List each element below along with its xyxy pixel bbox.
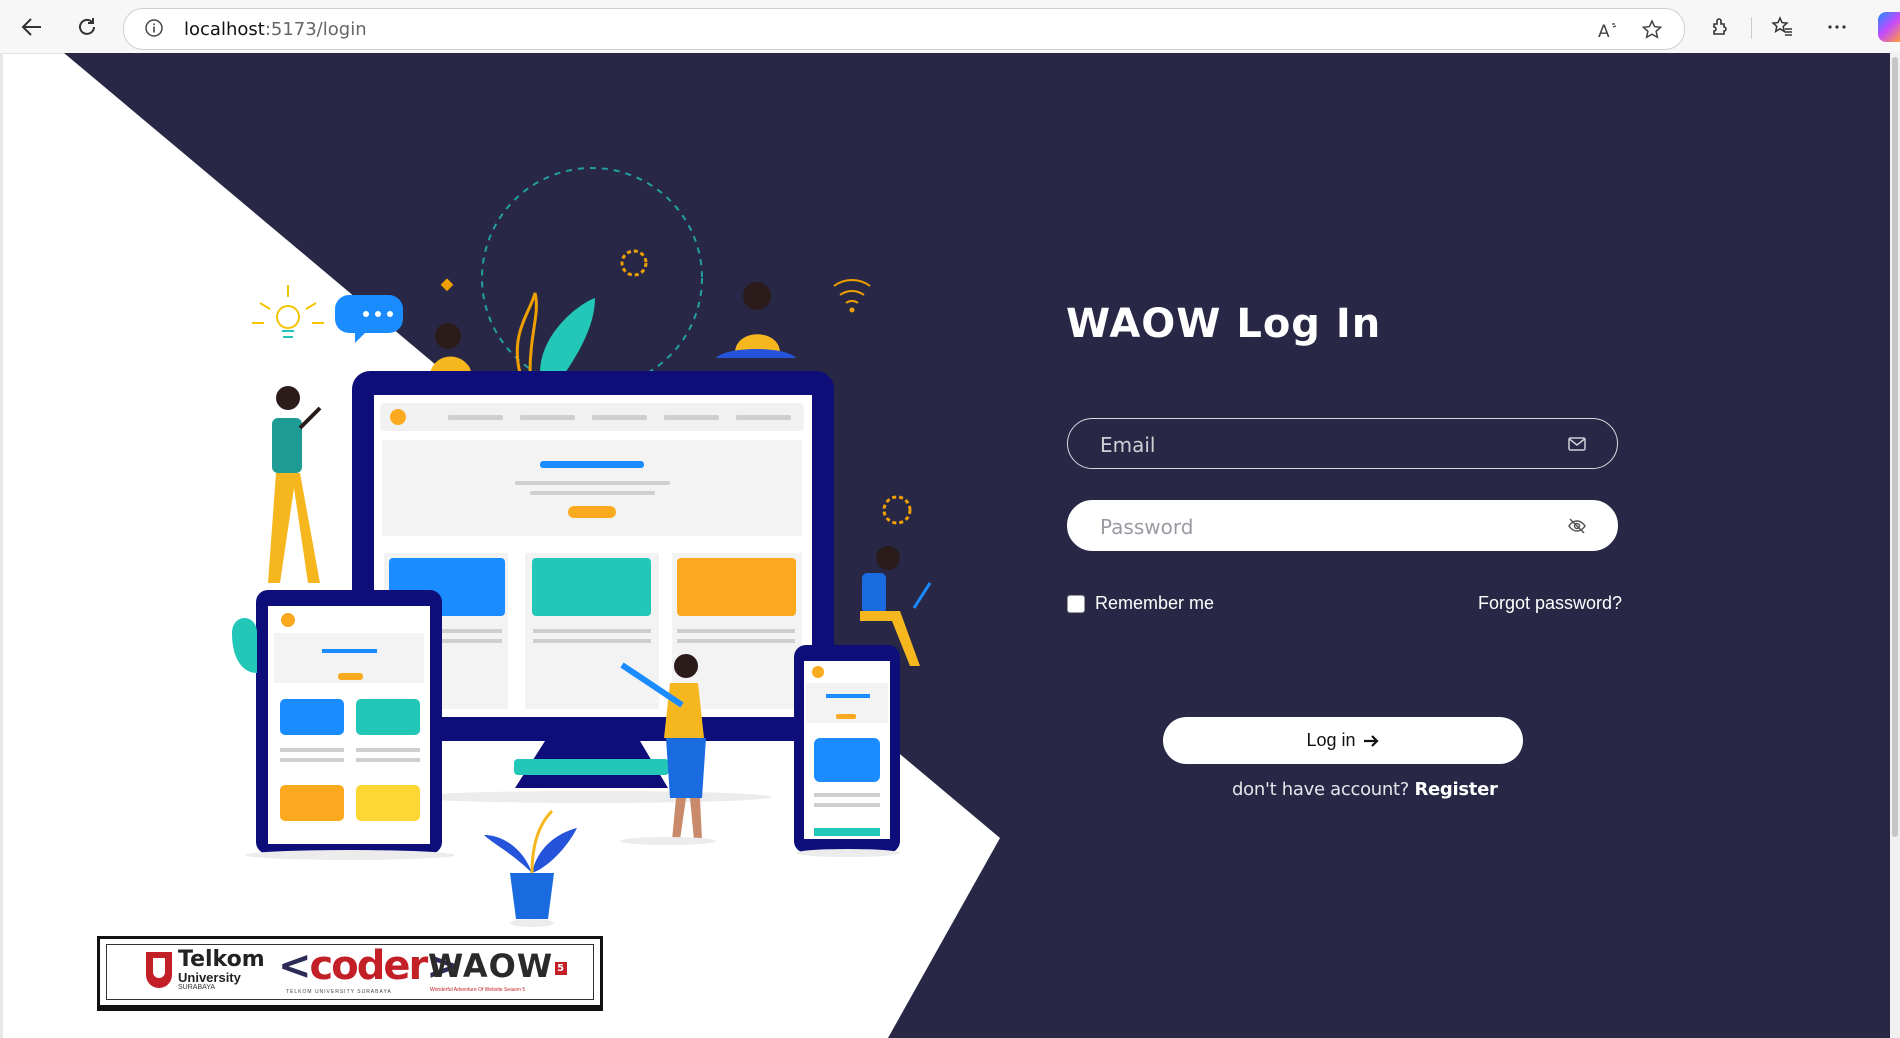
- telkom-mark-icon: [146, 952, 172, 988]
- eye-off-icon[interactable]: [1567, 516, 1587, 536]
- email-field[interactable]: [1067, 418, 1618, 470]
- page-title: WAOW Log In: [1066, 301, 1382, 347]
- login-button[interactable]: Log in: [1163, 717, 1523, 764]
- no-account-text: don't have account?: [1232, 779, 1410, 800]
- password-input[interactable]: [1098, 501, 1542, 552]
- svg-text:A: A: [1598, 22, 1610, 42]
- page-background: [64, 53, 1900, 1038]
- coder-subtitle: TELKOM UNIVERSITY SURABAYA: [286, 989, 392, 995]
- remember-label: Remember me: [1095, 593, 1215, 613]
- remember-me[interactable]: Remember me: [1067, 593, 1214, 614]
- remember-checkbox[interactable]: [1067, 594, 1085, 613]
- toolbar-separator: [1751, 17, 1752, 39]
- read-aloud-icon[interactable]: A: [1596, 18, 1620, 42]
- info-icon[interactable]: [144, 18, 164, 38]
- arrow-right-icon: [1362, 732, 1380, 750]
- password-field[interactable]: [1067, 500, 1618, 552]
- url-text: localhost:5173/login: [184, 19, 367, 40]
- more-icon[interactable]: [1822, 12, 1852, 42]
- waow-subtitle: Wonderful Adventure Of Website Season 5: [430, 987, 526, 993]
- page-scrollbar[interactable]: [1890, 53, 1900, 1038]
- login-button-label: Log in: [1306, 730, 1356, 750]
- email-input[interactable]: [1098, 419, 1542, 470]
- scrollbar-thumb[interactable]: [1892, 57, 1898, 837]
- browser-toolbar: localhost:5173/login A: [0, 0, 1900, 54]
- telkom-city: SURABAYA: [178, 984, 216, 991]
- forgot-password-link[interactable]: Forgot password?: [1478, 593, 1622, 614]
- telkom-university-logo: Telkom University SURABAYA: [146, 949, 265, 991]
- page-left-border: [0, 53, 3, 1038]
- register-link[interactable]: Register: [1414, 779, 1497, 800]
- back-icon[interactable]: [15, 10, 49, 44]
- favorites-icon[interactable]: [1767, 12, 1797, 42]
- extensions-icon[interactable]: [1705, 12, 1735, 42]
- sponsor-logos: Telkom University SURABAYA <coder> TELKO…: [97, 936, 603, 1008]
- copilot-icon[interactable]: [1878, 12, 1900, 42]
- login-page: WAOW Log In Remember me Forgot password?…: [0, 53, 1900, 1038]
- telkom-name: Telkom: [178, 947, 265, 972]
- telkom-university: University: [178, 970, 241, 985]
- address-bar[interactable]: localhost:5173/login A: [123, 8, 1685, 50]
- register-prompt: don't have account? Register: [1232, 779, 1498, 800]
- favorite-star-icon[interactable]: [1640, 18, 1664, 42]
- refresh-icon[interactable]: [70, 10, 104, 44]
- mail-icon: [1568, 437, 1586, 451]
- waow-logo: WAOW 5: [428, 947, 568, 985]
